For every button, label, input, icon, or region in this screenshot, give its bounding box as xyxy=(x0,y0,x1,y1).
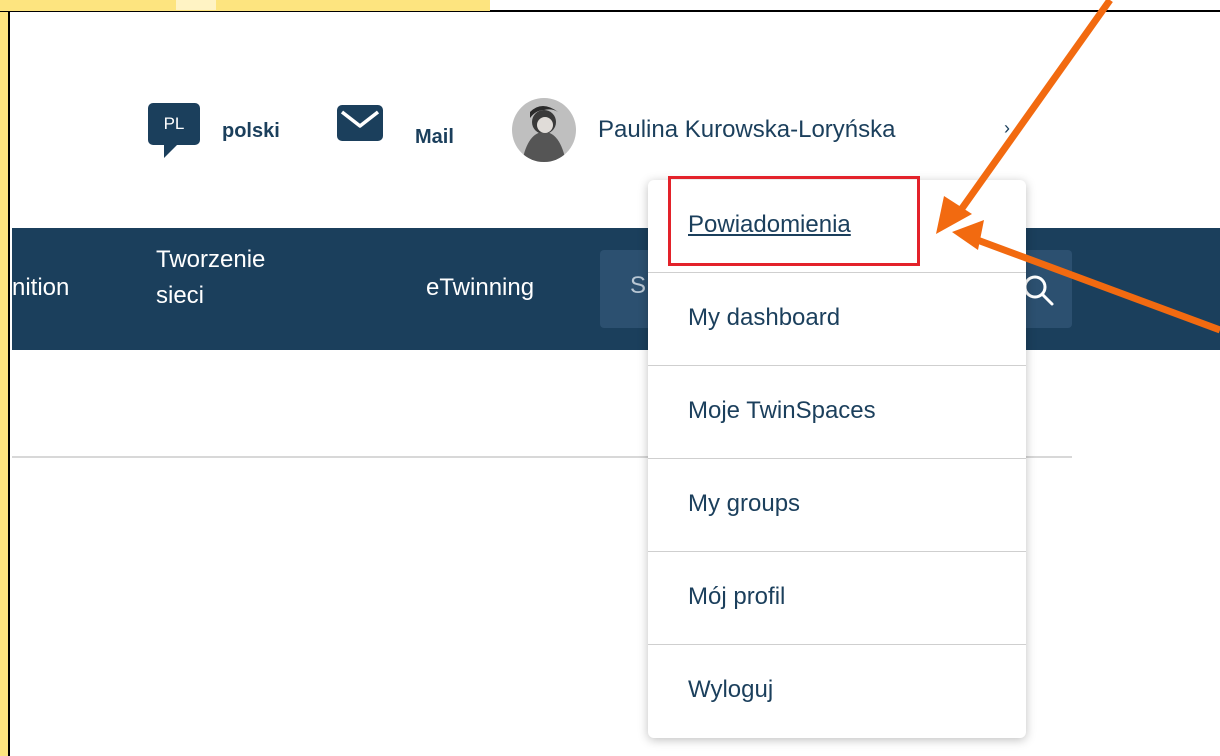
annotation-highlight-box xyxy=(668,176,920,266)
language-label[interactable]: polski xyxy=(222,120,280,143)
language-badge[interactable]: PL xyxy=(148,103,200,158)
menu-item-label[interactable]: My dashboard xyxy=(688,304,840,332)
frame-top-border xyxy=(490,10,1220,12)
nav-item-etwinning[interactable]: eTwinning xyxy=(426,270,534,306)
user-name[interactable]: Paulina Kurowska-Loryńska xyxy=(598,116,895,144)
mail-label[interactable]: Mail xyxy=(415,126,454,149)
frame-top xyxy=(0,0,490,12)
menu-item-moje-twinspaces[interactable]: Moje TwinSpaces xyxy=(648,366,1026,459)
menu-item-label[interactable]: Mój profil xyxy=(688,583,785,611)
menu-item-moj-profil[interactable]: Mój profil xyxy=(648,552,1026,645)
menu-item-label[interactable]: Moje TwinSpaces xyxy=(688,397,876,425)
nav-item-tworzenie-sieci[interactable]: Tworzenie sieci xyxy=(156,242,306,314)
frame-left xyxy=(0,0,10,756)
menu-item-wyloguj[interactable]: Wyloguj xyxy=(648,645,1026,738)
menu-item-label[interactable]: My groups xyxy=(688,490,800,518)
language-code: PL xyxy=(163,114,185,133)
menu-item-my-groups[interactable]: My groups xyxy=(648,459,1026,552)
mail-icon[interactable] xyxy=(336,104,384,142)
menu-item-my-dashboard[interactable]: My dashboard xyxy=(648,273,1026,366)
chevron-down-icon[interactable]: › xyxy=(1004,118,1010,139)
avatar[interactable] xyxy=(512,98,576,162)
main-navbar: nition Tworzenie sieci eTwinning S xyxy=(12,228,1220,350)
menu-item-label[interactable]: Wyloguj xyxy=(688,676,773,704)
frame-accent xyxy=(176,0,216,10)
search-placeholder: S xyxy=(630,272,647,299)
nav-item-recognition[interactable]: nition xyxy=(12,270,69,306)
